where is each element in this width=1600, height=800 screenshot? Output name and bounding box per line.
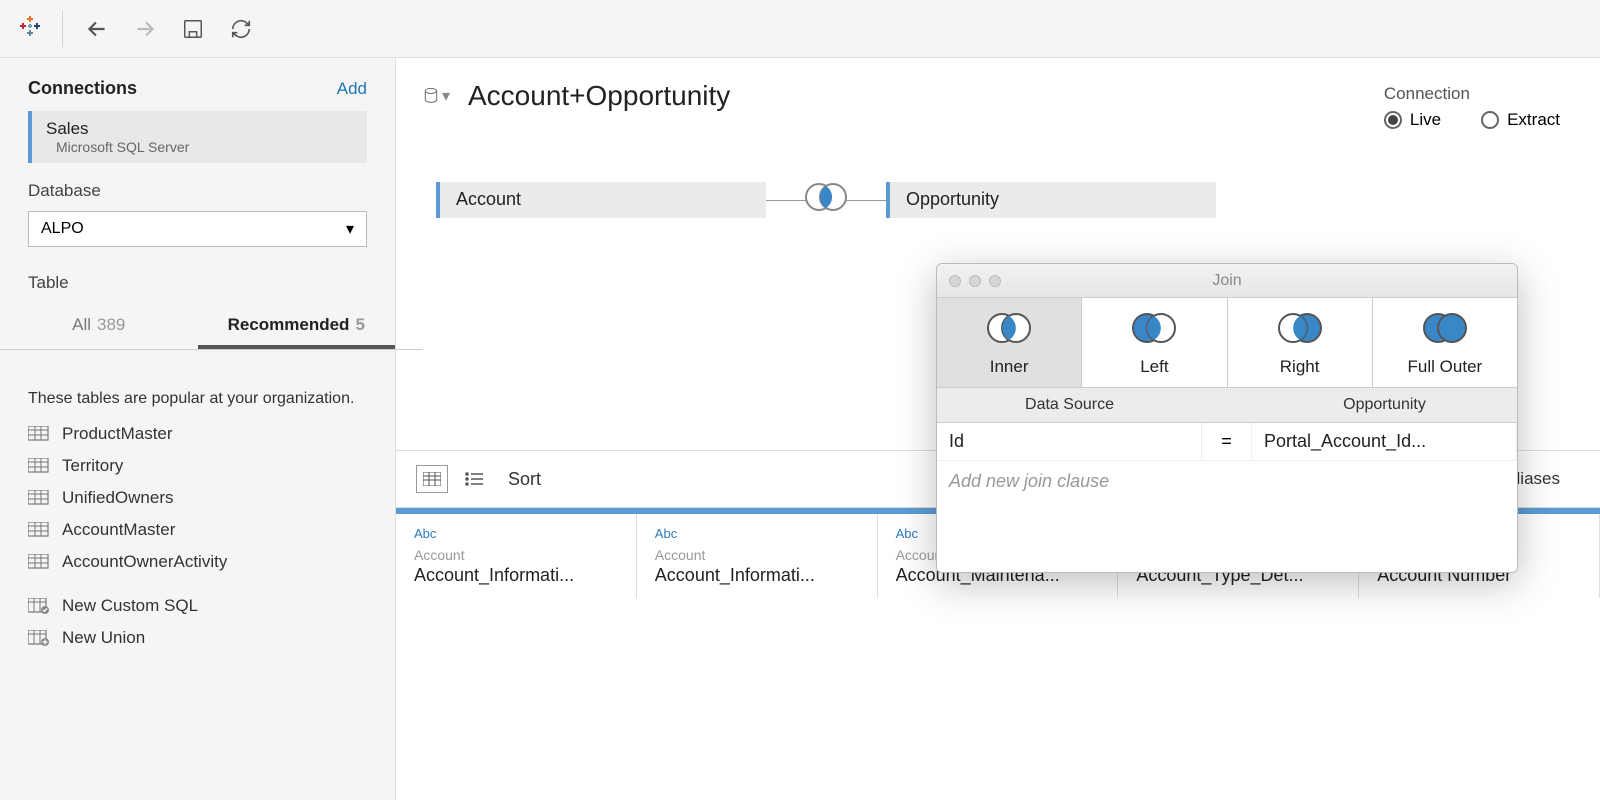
clause-right-field[interactable]: Portal_Account_Id... (1252, 423, 1517, 460)
table-item[interactable]: Territory (28, 456, 367, 476)
table-item[interactable]: ProductMaster (28, 424, 367, 444)
tab-recommended[interactable]: Recommended5 (198, 305, 396, 349)
grid-view-button[interactable] (416, 465, 448, 493)
venn-right-icon (1228, 310, 1372, 351)
popup-title: Join (937, 272, 1517, 290)
app-toolbar (0, 0, 1600, 58)
tables-description: These tables are popular at your organiz… (28, 370, 367, 424)
list-view-button[interactable] (458, 465, 490, 493)
table-icon (28, 490, 50, 506)
join-table-right[interactable]: Opportunity (886, 182, 1216, 218)
connection-item[interactable]: Sales Microsoft SQL Server (28, 111, 367, 163)
chevron-down-icon: ▾ (346, 219, 354, 239)
table-icon (28, 554, 50, 570)
connections-heading: Connections (28, 78, 137, 99)
connection-live-radio[interactable]: Live (1384, 110, 1441, 130)
table-icon (28, 458, 50, 474)
sort-label[interactable]: Sort (508, 469, 541, 490)
tab-all[interactable]: All389 (0, 305, 198, 349)
table-icon (28, 522, 50, 538)
join-type-right[interactable]: Right (1228, 298, 1373, 387)
column-source: Account (414, 547, 618, 563)
connection-label: Connection (1384, 84, 1560, 104)
table-item[interactable]: UnifiedOwners (28, 488, 367, 508)
grid-column[interactable]: Abc Account Account_Informati... (637, 514, 878, 598)
join-table-left[interactable]: Account (436, 182, 766, 218)
forward-button[interactable] (131, 15, 159, 43)
table-icon (28, 426, 50, 442)
join-popup: Join InnerLeftRightFull Outer Data Sourc… (936, 263, 1518, 573)
connection-extract-radio[interactable]: Extract (1481, 110, 1560, 130)
join-type-left[interactable]: Left (1082, 298, 1227, 387)
add-join-clause[interactable]: Add new join clause (937, 461, 1517, 572)
venn-inner-icon (937, 310, 1081, 351)
connection-type: Microsoft SQL Server (56, 139, 353, 155)
refresh-button[interactable] (227, 15, 255, 43)
table-item[interactable]: AccountOwnerActivity (28, 552, 367, 572)
popup-titlebar[interactable]: Join (937, 264, 1517, 298)
column-name: Account_Informati... (414, 565, 618, 586)
database-value: ALPO (41, 220, 84, 238)
sql-icon (28, 598, 50, 614)
column-type: Abc (414, 526, 618, 541)
join-type-full-outer[interactable]: Full Outer (1373, 298, 1517, 387)
connection-options: Connection Live Extract (1384, 84, 1560, 130)
table-label: Table (28, 273, 367, 293)
new-custom-sql[interactable]: New Custom SQL (28, 596, 367, 616)
column-type: Abc (655, 526, 859, 541)
database-select[interactable]: ALPO ▾ (28, 211, 367, 247)
connection-name: Sales (46, 119, 353, 139)
table-item[interactable]: AccountMaster (28, 520, 367, 540)
join-venn-icon[interactable] (801, 180, 851, 219)
column-name: Account_Informati... (655, 565, 859, 586)
clause-header-right: Opportunity (1252, 388, 1517, 422)
grid-column[interactable]: Abc Account Account_Informati... (396, 514, 637, 598)
sidebar: Connections Add Sales Microsoft SQL Serv… (0, 58, 396, 800)
clause-header-left: Data Source (937, 388, 1202, 422)
back-button[interactable] (83, 15, 111, 43)
venn-left-icon (1082, 310, 1226, 351)
venn-full-outer-icon (1373, 310, 1517, 351)
union-icon (28, 630, 50, 646)
clause-operator[interactable]: = (1202, 423, 1252, 460)
new-union[interactable]: New Union (28, 628, 367, 648)
column-source: Account (655, 547, 859, 563)
add-connection-link[interactable]: Add (337, 79, 367, 99)
canvas: ▾ Account+Opportunity Connection Live Ex… (396, 58, 1600, 800)
database-label: Database (28, 181, 367, 201)
save-button[interactable] (179, 15, 207, 43)
clause-left-field[interactable]: Id (937, 423, 1202, 460)
datasource-icon[interactable]: ▾ (424, 83, 450, 109)
tableau-logo-icon (18, 14, 42, 43)
join-type-inner[interactable]: Inner (937, 298, 1082, 387)
